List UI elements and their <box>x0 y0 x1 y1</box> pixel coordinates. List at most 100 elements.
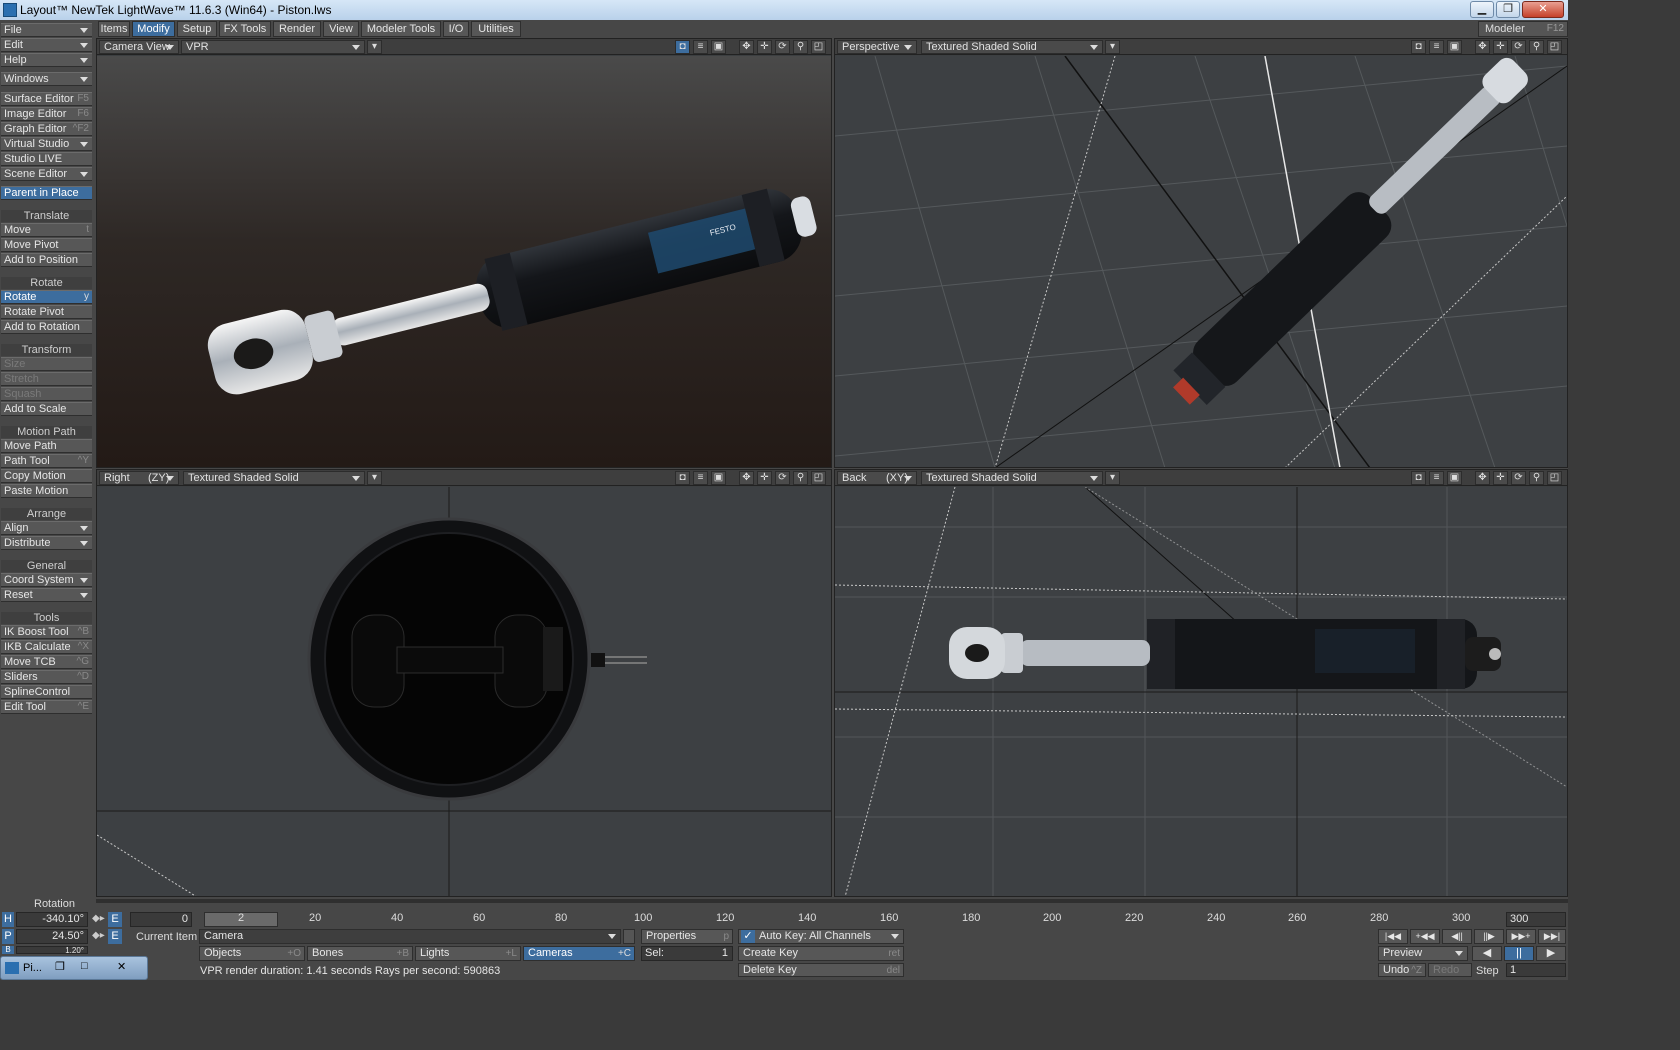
camera-icon[interactable]: ◘ <box>1411 40 1426 54</box>
ikb-calculate-button[interactable]: IKB Calculate ^X <box>1 640 92 654</box>
viewport-canvas[interactable]: FESTO <box>97 56 831 467</box>
link-icon[interactable]: ◆▸ <box>92 930 105 941</box>
viewport-perspective[interactable]: Perspective Textured Shaded Solid ▾ ◘ ≡ … <box>834 38 1568 468</box>
zoom-icon[interactable]: ⚲ <box>1529 40 1544 54</box>
edit-menu[interactable]: Edit <box>1 38 92 52</box>
objects-filter-button[interactable]: Objects +O <box>199 946 305 961</box>
pitch-field[interactable]: 24.50° <box>16 929 88 944</box>
envelope-button[interactable]: E <box>108 912 122 927</box>
coord-system-menu[interactable]: Coord System <box>1 573 92 587</box>
view-type-dropdown[interactable]: Camera View <box>99 40 179 54</box>
tab-modify[interactable]: Modify <box>132 21 175 37</box>
pan-view-icon[interactable]: ✛ <box>757 471 772 485</box>
step-field[interactable]: 1 <box>1506 963 1566 977</box>
last-frame-button[interactable]: ▶▶| <box>1538 929 1566 944</box>
save-icon[interactable]: ▣ <box>711 471 726 485</box>
restore-icon[interactable]: ❐ <box>55 960 65 973</box>
stretch-tool-button[interactable]: Stretch <box>1 372 92 386</box>
path-tool-button[interactable]: Path Tool ^Y <box>1 454 92 468</box>
maximize-viewport-icon[interactable]: ◰ <box>1547 471 1562 485</box>
virtual-studio-menu[interactable]: Virtual Studio <box>1 137 92 151</box>
view-type-dropdown[interactable]: Right (ZY) <box>99 471 179 485</box>
sliders-button[interactable]: Sliders ^D <box>1 670 92 684</box>
copy-motion-button[interactable]: Copy Motion <box>1 469 92 483</box>
viewport-camera[interactable]: Camera View VPR ▾ ◘ ≡ ▣ ✥ ✛ ⟳ ⚲ ◰ FESTO <box>96 38 832 468</box>
zoom-icon[interactable]: ⚲ <box>1529 471 1544 485</box>
graph-editor-button[interactable]: Graph Editor ^F2 <box>1 122 92 136</box>
squash-tool-button[interactable]: Squash <box>1 387 92 401</box>
size-tool-button[interactable]: Size <box>1 357 92 371</box>
chevron-down-icon[interactable]: ▾ <box>1105 40 1120 54</box>
tab-io[interactable]: I/O <box>443 21 469 37</box>
move-pivot-button[interactable]: Move Pivot <box>1 238 92 252</box>
chevron-down-icon[interactable]: ▾ <box>367 471 382 485</box>
zoom-icon[interactable]: ⚲ <box>793 471 808 485</box>
help-menu[interactable]: Help <box>1 53 92 67</box>
close-button[interactable]: ✕ <box>1522 1 1564 18</box>
tab-render[interactable]: Render <box>273 21 321 37</box>
tab-utilities[interactable]: Utilities <box>471 21 521 37</box>
image-editor-button[interactable]: Image Editor F6 <box>1 107 92 121</box>
edit-tool-button[interactable]: Edit Tool ^E <box>1 700 92 714</box>
save-icon[interactable]: ▣ <box>711 40 726 54</box>
view-type-dropdown[interactable]: Perspective <box>837 40 917 54</box>
chevron-down-icon[interactable]: ▾ <box>1105 471 1120 485</box>
list-icon[interactable]: ≡ <box>1429 40 1444 54</box>
list-icon[interactable]: ≡ <box>693 40 708 54</box>
pan-view-icon[interactable]: ✛ <box>1493 40 1508 54</box>
add-to-rotation-button[interactable]: Add to Rotation <box>1 320 92 334</box>
preview-dropdown[interactable]: Preview <box>1378 946 1468 961</box>
studio-live-button[interactable]: Studio LIVE <box>1 152 92 166</box>
timeline-track[interactable] <box>96 899 1568 903</box>
undo-button[interactable]: Undo ^Z <box>1378 963 1426 977</box>
current-item-dropdown[interactable]: Camera <box>199 929 621 944</box>
modeler-button[interactable]: Modeler F12 <box>1478 21 1568 37</box>
delete-key-button[interactable]: Delete Key del <box>738 963 904 977</box>
envelope-button[interactable]: E <box>108 929 122 944</box>
close-icon[interactable]: ✕ <box>117 960 126 973</box>
minimize-button[interactable]: ▁ <box>1470 1 1494 18</box>
add-to-position-button[interactable]: Add to Position <box>1 253 92 267</box>
rotate-view-icon[interactable]: ⟳ <box>775 471 790 485</box>
move-view-icon[interactable]: ✥ <box>739 40 754 54</box>
distribute-menu[interactable]: Distribute <box>1 536 92 550</box>
restore-button[interactable]: ❐ <box>1496 1 1520 18</box>
ik-boost-tool-button[interactable]: IK Boost Tool ^B <box>1 625 92 639</box>
link-icon[interactable]: ◆▸ <box>92 913 105 924</box>
end-frame-field[interactable]: 300 <box>1506 912 1566 927</box>
zoom-icon[interactable]: ⚲ <box>793 40 808 54</box>
move-view-icon[interactable]: ✥ <box>739 471 754 485</box>
render-mode-dropdown[interactable]: Textured Shaded Solid <box>183 471 365 485</box>
previous-key-button[interactable]: +◀◀ <box>1410 929 1440 944</box>
pan-view-icon[interactable]: ✛ <box>1493 471 1508 485</box>
viewport-canvas[interactable] <box>835 486 1567 896</box>
redo-button[interactable]: Redo <box>1428 963 1472 977</box>
viewport-canvas[interactable] <box>97 487 831 896</box>
rotate-view-icon[interactable]: ⟳ <box>1511 40 1526 54</box>
next-key-button[interactable]: ▶▶+ <box>1506 929 1536 944</box>
align-menu[interactable]: Align <box>1 521 92 535</box>
list-icon[interactable]: ≡ <box>693 471 708 485</box>
previous-frame-button[interactable]: ◀|| <box>1442 929 1472 944</box>
viewport-right[interactable]: Right (ZY) Textured Shaded Solid ▾ ◘ ≡ ▣… <box>96 469 832 897</box>
move-path-button[interactable]: Move Path <box>1 439 92 453</box>
surface-editor-button[interactable]: Surface Editor F5 <box>1 92 92 106</box>
viewport-canvas[interactable] <box>835 55 1567 467</box>
current-frame-field[interactable]: 0 <box>130 912 192 927</box>
parent-in-place-toggle[interactable]: Parent in Place <box>1 186 92 200</box>
scene-editor-menu[interactable]: Scene Editor <box>1 167 92 181</box>
tab-setup[interactable]: Setup <box>177 21 217 37</box>
first-frame-button[interactable]: |◀◀ <box>1378 929 1408 944</box>
windows-menu[interactable]: Windows <box>1 72 92 86</box>
bones-filter-button[interactable]: Bones +B <box>307 946 413 961</box>
move-tcb-button[interactable]: Move TCB ^G <box>1 655 92 669</box>
save-icon[interactable]: ▣ <box>1447 40 1462 54</box>
paste-motion-button[interactable]: Paste Motion <box>1 484 92 498</box>
add-to-scale-button[interactable]: Add to Scale <box>1 402 92 416</box>
maximize-icon[interactable]: □ <box>81 960 88 972</box>
tab-modeler-tools[interactable]: Modeler Tools <box>361 21 441 37</box>
bank-field[interactable]: 1.20° <box>16 946 88 954</box>
rotate-view-icon[interactable]: ⟳ <box>1511 471 1526 485</box>
view-type-dropdown[interactable]: Back (XY) <box>837 471 917 485</box>
next-frame-button[interactable]: ||▶ <box>1474 929 1504 944</box>
